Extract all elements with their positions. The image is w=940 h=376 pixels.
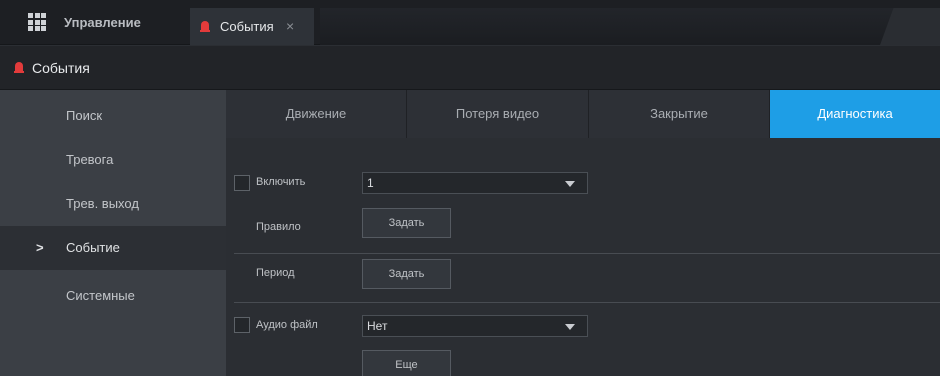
sidebar-item-label: Тревога (66, 152, 114, 167)
enable-select[interactable]: 1 (362, 172, 588, 194)
chevron-down-icon (565, 181, 575, 187)
close-tab-icon[interactable]: × (286, 8, 294, 45)
sidebar-item-label: Поиск (66, 108, 103, 123)
alarm-icon (14, 62, 24, 73)
period-set-button[interactable]: Задать (362, 259, 451, 289)
chevron-down-icon (565, 324, 575, 330)
sidebar: Поиск Тревога Трев. выход > Событие Сист… (0, 90, 226, 376)
enable-label: Включить (256, 176, 306, 188)
audio-file-select[interactable]: Нет (362, 315, 588, 337)
tab-events[interactable]: События × (190, 8, 314, 45)
tab-bar-background (320, 8, 940, 45)
event-type-tabs: Движение Потеря видео Закрытие Диагности… (226, 90, 940, 138)
main-menu-grid-icon[interactable] (28, 13, 46, 31)
divider (234, 253, 940, 254)
audio-file-label: Аудио файл (256, 319, 318, 331)
tab-diagnostics[interactable]: Диагностика (770, 90, 940, 138)
top-tab-bar: Управление События × (0, 0, 940, 45)
sidebar-item-alarm[interactable]: Тревога (0, 138, 226, 182)
tab-tampering[interactable]: Закрытие (589, 90, 770, 138)
rule-set-button[interactable]: Задать (362, 208, 451, 238)
sidebar-item-event[interactable]: > Событие (0, 226, 226, 270)
sidebar-item-label: Событие (66, 240, 120, 255)
rule-label: Правило (256, 221, 301, 233)
more-button[interactable]: Еще (362, 350, 451, 376)
enable-checkbox[interactable] (234, 175, 250, 191)
audio-file-checkbox[interactable] (234, 317, 250, 333)
alarm-icon (200, 21, 210, 32)
tab-manage[interactable]: Управление (64, 0, 141, 45)
sidebar-item-search[interactable]: Поиск (0, 94, 226, 138)
tab-motion[interactable]: Движение (226, 90, 407, 138)
sidebar-item-alarm-output[interactable]: Трев. выход (0, 182, 226, 226)
main-panel: Движение Потеря видео Закрытие Диагности… (226, 90, 940, 376)
period-label: Период (256, 267, 295, 279)
tab-video-loss[interactable]: Потеря видео (407, 90, 589, 138)
audio-file-select-value: Нет (367, 319, 388, 333)
sidebar-item-label: Трев. выход (66, 196, 139, 211)
page-title: События (32, 60, 90, 76)
sidebar-item-label: Системные (66, 288, 135, 303)
enable-select-value: 1 (367, 176, 374, 190)
section-header: События (0, 46, 940, 90)
tab-events-label: События (220, 19, 274, 34)
chevron-right-icon: > (36, 240, 44, 255)
sidebar-item-system[interactable]: Системные (0, 274, 226, 318)
divider (234, 302, 940, 303)
